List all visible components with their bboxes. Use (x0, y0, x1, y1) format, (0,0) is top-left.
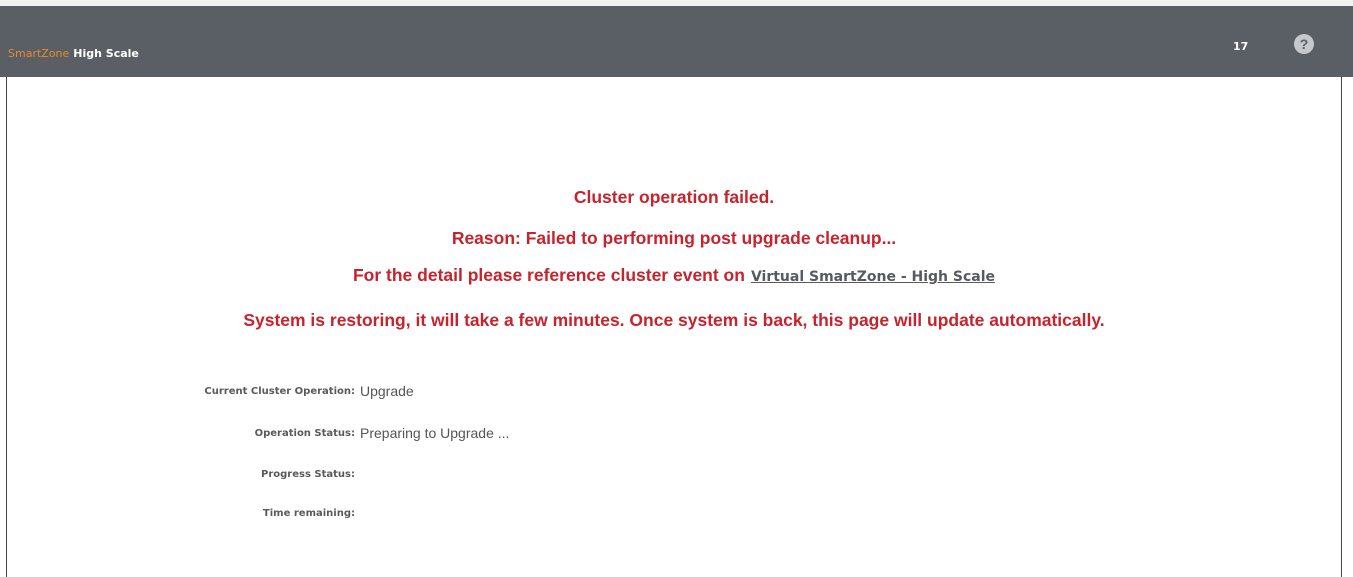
question-circle-icon: ? (1299, 36, 1309, 52)
status-value: Preparing to Upgrade ... (360, 425, 510, 441)
failure-title: Cluster operation failed. (573, 187, 775, 207)
status-label: Progress Status: (261, 469, 355, 480)
cluster-event-link[interactable]: Virtual SmartZone - High Scale (751, 269, 995, 285)
status-row-operation-status: Operation Status: Preparing to Upgrade .… (0, 425, 1353, 443)
status-label: Time remaining: (262, 508, 355, 519)
brand-logo: SmartZone High Scale (8, 47, 139, 60)
page: SmartZone High Scale 17 ? Cluster operati… (0, 0, 1353, 577)
header-count: 17 (1233, 40, 1249, 53)
failure-detail: For the detail please reference cluster … (7, 265, 1341, 286)
help-button[interactable]: ? (1294, 34, 1314, 54)
brand-primary: SmartZone (8, 47, 70, 60)
content-border-right (1341, 77, 1342, 577)
status-value: Upgrade (360, 383, 414, 399)
brand-secondary: High Scale (73, 47, 139, 60)
restoring-notice: System is restoring, it will take a few … (243, 310, 1105, 330)
status-row-operation: Current Cluster Operation: Upgrade (0, 383, 1353, 401)
header-bar: SmartZone High Scale 17 ? (0, 6, 1353, 77)
status-row-progress: Progress Status: (0, 466, 1353, 484)
status-row-time-remaining: Time remaining: (0, 505, 1353, 523)
status-label: Current Cluster Operation: (204, 386, 355, 397)
failure-reason: Reason: Failed to performing post upgrad… (451, 228, 897, 248)
status-label: Operation Status: (254, 428, 355, 439)
failure-detail-text: For the detail please reference cluster … (352, 265, 745, 285)
